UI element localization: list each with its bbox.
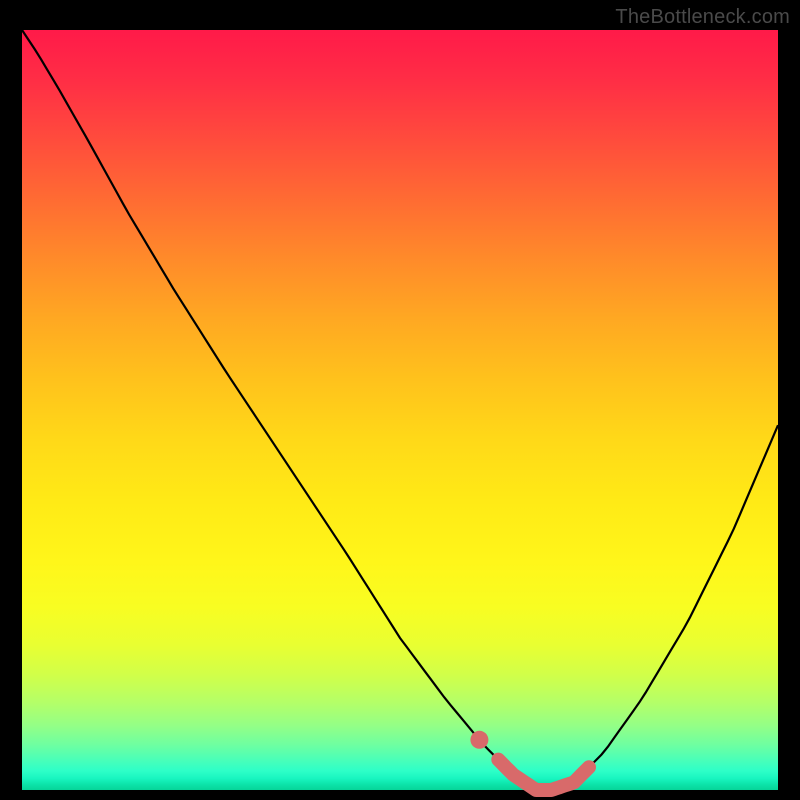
- bottleneck-curve: [22, 30, 778, 790]
- curve-svg: [22, 30, 778, 790]
- watermark-text: TheBottleneck.com: [615, 6, 790, 29]
- highlight-segment: [498, 760, 589, 790]
- plot-area: [22, 30, 778, 790]
- chart-canvas: TheBottleneck.com: [0, 0, 800, 800]
- highlight-dot: [470, 731, 488, 749]
